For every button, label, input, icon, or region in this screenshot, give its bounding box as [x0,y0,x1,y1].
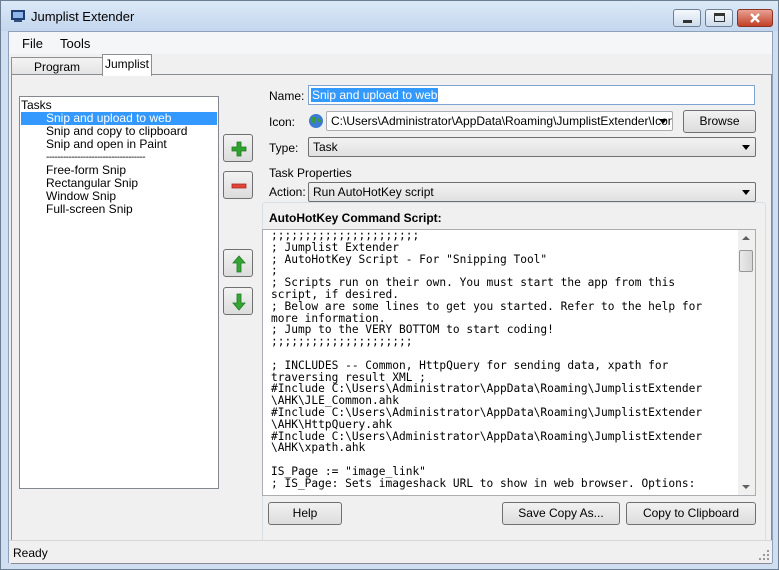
menu-bar: File Tools [9,32,772,54]
list-item[interactable]: Snip and open in Paint [21,138,167,151]
plus-icon [231,141,247,157]
action-combo[interactable]: Run AutoHotKey script [308,182,756,202]
tasks-listbox[interactable]: Tasks Snip and upload to web Snip and co… [19,96,219,489]
script-heading: AutoHotKey Command Script: [269,211,442,225]
name-input-value: Snip and upload to web [311,88,439,102]
status-bar: Ready [9,540,772,563]
scroll-down-icon[interactable] [742,485,750,489]
icon-label: Icon: [269,115,296,129]
arrow-up-icon [232,255,246,273]
minimize-icon [683,20,692,23]
remove-task-button[interactable] [223,171,253,199]
script-text: ;;;;;;;;;;;;;;;;;;;;;; ; Jumplist Extend… [271,229,703,490]
icon-path-combo[interactable]: C:\Users\Administrator\AppData\Roaming\J… [326,111,673,131]
chevron-down-icon [742,145,750,150]
browse-button[interactable]: Browse [683,110,756,133]
type-combo[interactable]: Task [308,137,756,157]
chevron-down-icon [659,119,667,124]
client-area: File Tools Program Settings Jumplist Tas… [8,31,773,564]
name-input[interactable]: Snip and upload to web [308,85,755,105]
add-task-button[interactable] [223,134,253,162]
globe-icon [309,114,323,128]
tab-jumplist[interactable]: Jumplist [102,54,152,76]
main-window: Jumplist Extender File Tools Program Set… [0,0,779,570]
close-icon [750,13,760,23]
name-label: Name: [269,89,305,103]
minimize-button[interactable] [673,9,701,27]
menu-tools[interactable]: Tools [60,36,90,51]
scroll-thumb[interactable] [739,250,753,272]
maximize-icon [714,13,725,22]
resize-grip-icon[interactable] [758,549,770,561]
minus-icon [231,183,247,189]
title-bar[interactable]: Jumplist Extender [1,1,778,31]
scroll-up-icon[interactable] [742,236,750,240]
icon-path-value: C:\Users\Administrator\AppData\Roaming\J… [331,114,673,128]
action-value: Run AutoHotKey script [313,185,434,199]
script-editor[interactable]: ;;;;;;;;;;;;;;;;;;;;;; ; Jumplist Extend… [262,229,756,496]
copy-to-clipboard-button[interactable]: Copy to Clipboard [626,502,756,525]
move-up-button[interactable] [223,249,253,277]
script-scrollbar[interactable] [738,230,755,495]
save-copy-as-button[interactable]: Save Copy As... [502,502,620,525]
help-button[interactable]: Help [268,502,342,525]
task-properties-legend: Task Properties [266,166,355,180]
close-button[interactable] [737,9,773,27]
type-value: Task [313,140,338,154]
list-item[interactable]: Full-screen Snip [21,203,133,216]
menu-file[interactable]: File [22,36,43,51]
maximize-button[interactable] [705,9,733,27]
arrow-down-icon [232,293,246,311]
type-label: Type: [269,141,299,155]
status-text: Ready [13,546,48,560]
move-down-button[interactable] [223,287,253,315]
chevron-down-icon [742,190,750,195]
app-icon [11,10,25,22]
action-label: Action: [269,185,306,199]
window-title: Jumplist Extender [31,9,135,24]
